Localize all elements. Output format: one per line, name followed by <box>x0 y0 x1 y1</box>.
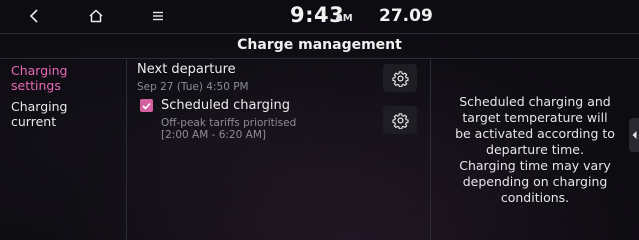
gear-icon <box>391 70 409 87</box>
scheduled-charging-settings-button[interactable] <box>383 106 417 134</box>
menu-icon <box>153 11 163 21</box>
sidebar-item-label: Charging <box>11 99 68 114</box>
next-departure-time: Sep 27 (Tue) 4:50 PM <box>137 81 249 93</box>
screen: 9:43 AM 27.09 Charge management Charging… <box>0 0 639 240</box>
menu-button[interactable] <box>145 4 171 28</box>
help-line: Charging time may vary <box>459 158 611 173</box>
help-line: Scheduled charging and <box>459 94 611 109</box>
sidebar-divider <box>126 60 127 240</box>
sidebar-item-label: Charging <box>11 63 68 78</box>
home-icon <box>89 9 103 23</box>
help-line: departure time. <box>486 142 584 157</box>
sidebar-item-charging-settings[interactable]: Charging settings <box>11 63 68 93</box>
clock-ampm: AM <box>335 13 353 24</box>
status-bar: 9:43 AM 27.09 <box>0 0 639 33</box>
side-panel-handle[interactable] <box>629 118 639 152</box>
next-departure-settings-button[interactable] <box>383 64 417 92</box>
sidebar-item-charging-current[interactable]: Charging current <box>11 99 68 129</box>
scheduled-charging-tariff: Off-peak tariffs prioritised <box>161 117 297 129</box>
back-icon <box>29 9 38 23</box>
sidebar-item-label: settings <box>11 78 61 93</box>
help-line: target temperature will <box>462 110 608 125</box>
help-line: depending on charging <box>462 174 608 189</box>
scheduled-charging-window: [2:00 AM - 6:20 AM] <box>161 129 266 141</box>
scheduled-charging-checkbox[interactable] <box>140 99 153 112</box>
scheduled-charging-title[interactable]: Scheduled charging <box>161 98 290 113</box>
page-title: Charge management <box>237 37 402 53</box>
chevron-left-icon <box>632 131 636 139</box>
check-icon <box>142 102 151 110</box>
home-button[interactable] <box>83 4 109 28</box>
title-bar: Charge management <box>0 33 639 59</box>
sidebar-item-label: current <box>11 114 57 129</box>
content-divider <box>430 60 431 240</box>
gear-icon <box>391 112 409 129</box>
help-line: conditions. <box>500 190 570 205</box>
next-departure-title: Next departure <box>137 62 236 77</box>
help-text: Scheduled charging and target temperatur… <box>440 94 630 206</box>
clock-date: 27.09 <box>379 6 433 26</box>
help-line: be activated according to <box>455 126 615 141</box>
back-button[interactable] <box>21 4 47 28</box>
